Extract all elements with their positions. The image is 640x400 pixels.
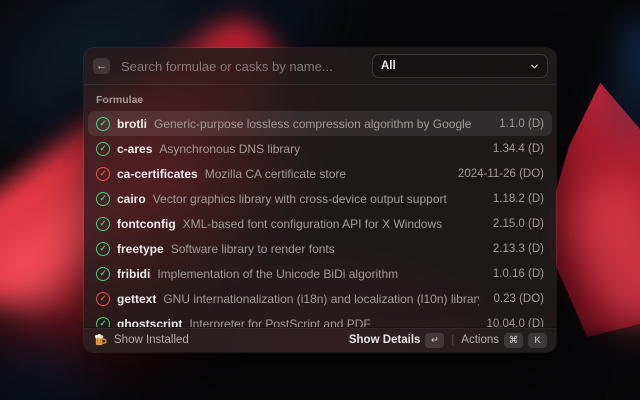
list-item[interactable]: ✓ c-ares Asynchronous DNS library 1.34.4 (D… xyxy=(88,136,552,161)
results-rows: ✓ brotli Generic-purpose lossless compress… xyxy=(88,111,552,327)
formula-description: Software library to render fonts xyxy=(171,242,478,256)
formula-name: brotli xyxy=(117,117,147,131)
formula-version: 1.1.0 (D) xyxy=(499,118,544,130)
actions-label: Actions xyxy=(461,334,499,346)
list-item[interactable]: ✓ fribidi Implementation of the Unicode Bi… xyxy=(88,261,552,286)
formula-description: Implementation of the Unicode BiDi algor… xyxy=(157,267,478,281)
search-input[interactable] xyxy=(119,58,364,75)
formula-description: Generic-purpose lossless compression alg… xyxy=(154,117,484,131)
show-details-label: Show Details xyxy=(349,334,421,346)
formula-name: freetype xyxy=(117,242,164,256)
back-button[interactable]: ← xyxy=(93,58,110,74)
check-circle-icon: ✓ xyxy=(96,317,110,328)
formula-version: 2.13.3 (D) xyxy=(493,243,544,255)
check-circle-icon: ✓ xyxy=(96,267,110,281)
actions-button[interactable]: Actions ⌘ K xyxy=(461,333,547,348)
formula-description: XML-based font configuration API for X W… xyxy=(183,217,478,231)
list-item[interactable]: ✓ freetype Software library to render font… xyxy=(88,236,552,261)
footer-left-label: Show Installed xyxy=(114,334,189,346)
filter-selected-value: All xyxy=(381,60,396,72)
chevron-down-icon xyxy=(530,62,539,71)
formula-description: Vector graphics library with cross-devic… xyxy=(153,192,478,206)
return-key-icon: ↵ xyxy=(425,333,444,348)
formula-description: GNU internationalization (i18n) and loca… xyxy=(163,292,478,306)
footer-divider: | xyxy=(451,334,454,346)
list-item[interactable]: ✓ fontconfig XML-based font configuration … xyxy=(88,211,552,236)
formula-name: ca-certificates xyxy=(117,167,198,181)
footer-command-info: Show Installed xyxy=(93,333,341,347)
check-circle-icon: ✓ xyxy=(96,117,110,131)
formula-name: fribidi xyxy=(117,267,150,281)
formula-description: Mozilla CA certificate store xyxy=(205,167,443,181)
check-circle-icon: ✓ xyxy=(96,167,110,181)
formula-version: 1.18.2 (D) xyxy=(493,193,544,205)
formula-description: Interpreter for PostScript and PDF xyxy=(189,317,471,328)
footer-bar: Show Installed Show Details ↵ | Actions … xyxy=(84,327,556,352)
command-key-icon: ⌘ xyxy=(504,333,523,348)
formula-version: 10.04.0 (D) xyxy=(486,318,544,328)
formula-version: 1.0.16 (D) xyxy=(493,268,544,280)
show-details-button[interactable]: Show Details ↵ xyxy=(349,333,445,348)
check-circle-icon: ✓ xyxy=(96,217,110,231)
formula-version: 1.34.4 (D) xyxy=(493,143,544,155)
formula-name: gettext xyxy=(117,292,156,306)
list-item[interactable]: ✓ brotli Generic-purpose lossless compress… xyxy=(88,111,552,136)
check-circle-icon: ✓ xyxy=(96,292,110,306)
footer-actions: Show Details ↵ | Actions ⌘ K xyxy=(349,333,547,348)
list-item[interactable]: ✓ ghostscript Interpreter for PostScript a… xyxy=(88,311,552,327)
list-item[interactable]: ✓ gettext GNU internationalization (i18n) … xyxy=(88,286,552,311)
homebrew-beer-icon xyxy=(93,333,107,347)
check-circle-icon: ✓ xyxy=(96,242,110,256)
check-circle-icon: ✓ xyxy=(96,192,110,206)
check-circle-icon: ✓ xyxy=(96,142,110,156)
homebrew-search-window: ← All Formulae ✓ brotli Generic-purpose lo… xyxy=(84,48,556,352)
list-item[interactable]: ✓ cairo Vector graphics library with cross… xyxy=(88,186,552,211)
formula-name: cairo xyxy=(117,192,146,206)
formula-name: c-ares xyxy=(117,142,152,156)
back-arrow-icon: ← xyxy=(96,58,107,74)
filter-dropdown[interactable]: All xyxy=(373,55,547,77)
formula-description: Asynchronous DNS library xyxy=(159,142,477,156)
formula-name: ghostscript xyxy=(117,317,182,328)
list-item[interactable]: ✓ ca-certificates Mozilla CA certificate s… xyxy=(88,161,552,186)
formula-name: fontconfig xyxy=(117,217,176,231)
section-header: Formulae xyxy=(88,85,552,111)
formula-version: 2.15.0 (D) xyxy=(493,218,544,230)
formula-version: 2024-11-26 (DO) xyxy=(458,168,544,180)
results-list: Formulae ✓ brotli Generic-purpose lossless… xyxy=(84,85,556,327)
k-key-icon: K xyxy=(528,333,547,348)
formula-version: 0.23 (DO) xyxy=(494,293,545,305)
search-header: ← All xyxy=(84,48,556,85)
